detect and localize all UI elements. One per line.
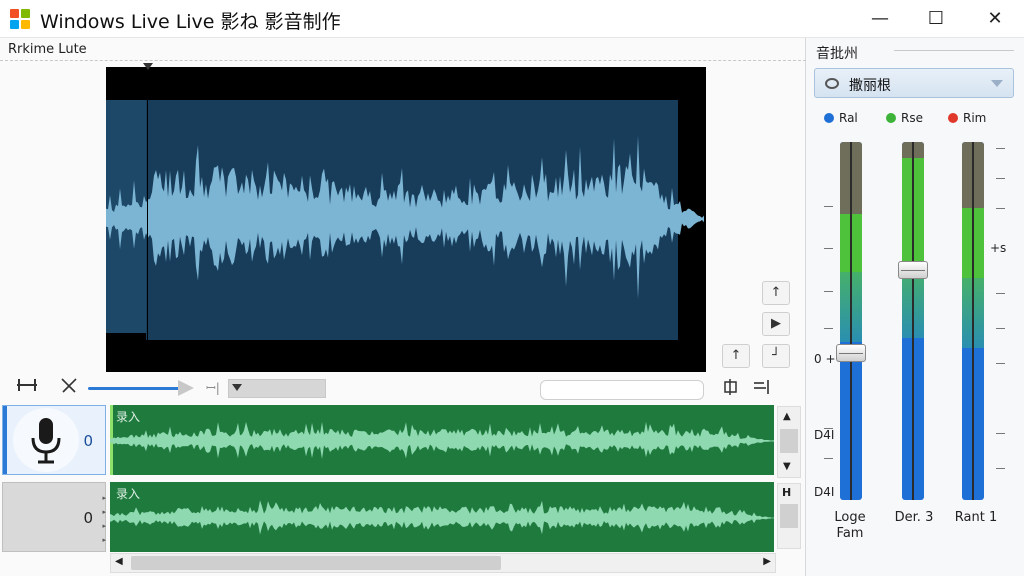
nav-step-button[interactable]: ↑ — [722, 344, 750, 368]
mixer-title: 音批州 — [816, 46, 858, 62]
legend-item: Rse — [886, 111, 923, 125]
scale-tick — [996, 328, 1005, 329]
clip-label: 录入 — [116, 487, 141, 501]
scale-tick — [996, 363, 1005, 364]
scroll-right-icon[interactable]: ▶ — [763, 556, 771, 567]
maximize-button[interactable]: ☐ — [913, 4, 959, 34]
track-row[interactable]: 0 ▸ ▸ ▸ ▸ 录入 — [0, 480, 806, 554]
fader-track-2[interactable] — [912, 142, 914, 500]
play-button[interactable]: ▶ — [762, 312, 790, 336]
channel-fader-2[interactable] — [898, 261, 928, 279]
channel-label-2: Der. 3 — [894, 510, 934, 525]
mixer-preset-value: 撒丽根 — [849, 78, 891, 94]
align-icon[interactable] — [722, 379, 740, 399]
app-logo-icon — [10, 9, 30, 29]
scale-tick — [824, 458, 833, 459]
zoom-slider-track[interactable] — [88, 387, 184, 390]
horizontal-scrollbar[interactable]: ◀ ▶ — [110, 553, 776, 573]
timeline-dropdown[interactable] — [228, 379, 326, 398]
scale-label-d2: D4I — [814, 485, 835, 499]
chevron-down-icon[interactable] — [232, 384, 242, 391]
scale-tick — [996, 178, 1005, 179]
title-bar: Windows Live Live 影ね 影音制作 — ☐ ✕ — [0, 0, 1024, 38]
track-volume-value: 0 — [83, 509, 93, 527]
track-vertical-scrollbar[interactable]: ▲ ▼ — [777, 406, 801, 478]
microphone-icon[interactable] — [13, 408, 79, 472]
mode-label: Rrkime Lute — [8, 42, 87, 57]
hscroll-thumb[interactable] — [131, 556, 501, 570]
align-right-icon[interactable] — [752, 379, 772, 399]
window-title: Windows Live Live 影ね 影音制作 — [40, 11, 341, 33]
channel-label-3: Rant 1 — [954, 510, 998, 525]
track-row[interactable]: 0 录入 — [0, 403, 806, 477]
scale-label-zero: 0 + — [814, 352, 836, 366]
channel-label-1: Loge Fam — [834, 510, 866, 541]
scale-tick — [824, 248, 833, 249]
track-volume-value: 0 — [83, 432, 93, 450]
split-icon[interactable] — [60, 377, 78, 397]
legend-item: Ral — [824, 111, 858, 125]
scale-label-mid: +s — [990, 241, 1007, 255]
playhead-line[interactable] — [147, 67, 148, 372]
chevron-down-icon[interactable] — [991, 80, 1003, 87]
legend-dot — [948, 113, 958, 123]
nav-end-button[interactable]: ┘ — [762, 344, 790, 368]
legend-dot — [824, 113, 834, 123]
scale-tick — [996, 433, 1005, 434]
zoom-slider-thumb[interactable] — [178, 380, 194, 396]
track-selected-indicator — [3, 406, 7, 474]
mixer-preset-select[interactable]: 撒丽根 — [814, 68, 1014, 98]
clip-waveform — [110, 421, 774, 459]
legend-item: Rim — [948, 111, 986, 125]
nav-up-button[interactable]: ↑ — [762, 281, 790, 305]
legend-label: Ral — [839, 111, 858, 125]
timeline-ruler[interactable] — [0, 60, 806, 65]
scale-label-d1: D4I — [814, 428, 835, 442]
trim-icon[interactable] — [16, 378, 38, 396]
editor-pane: Rrkime Lute ↑ ▶ ↑ ┘ ꟷ| 0 录入 ▲ ▼ 0 ▸ ▸ ▸ … — [0, 38, 806, 576]
track-header[interactable]: 0 — [2, 405, 106, 475]
scroll-thumb[interactable] — [780, 504, 798, 528]
scroll-thumb[interactable] — [780, 429, 798, 453]
track-header[interactable]: 0 ▸ ▸ ▸ ▸ — [2, 482, 106, 552]
scale-tick — [824, 206, 833, 207]
scroll-up-icon[interactable]: ▲ — [783, 411, 791, 422]
slider-end-icon: ꟷ| — [206, 381, 220, 395]
clip-waveform — [110, 500, 774, 535]
legend-label: Rse — [901, 111, 923, 125]
fader-track-1[interactable] — [850, 142, 852, 500]
scale-tick — [996, 208, 1005, 209]
waveform-preview[interactable] — [106, 63, 706, 372]
minimize-button[interactable]: — — [857, 4, 903, 34]
scale-tick — [996, 468, 1005, 469]
mixer-panel: 音批州 撒丽根 Ral Rse Rim 0 + +s D4I D4I Loge … — [806, 38, 1024, 576]
legend-label: Rim — [963, 111, 987, 125]
scroll-left-icon[interactable]: ◀ — [115, 556, 123, 567]
track-vertical-scrollbar[interactable]: H — [777, 483, 801, 549]
legend-dot — [886, 113, 896, 123]
scroll-down-icon[interactable]: ▼ — [783, 461, 791, 472]
fader-track-3[interactable] — [972, 142, 974, 500]
scale-tick — [996, 148, 1005, 149]
preview-waveform-shape — [106, 135, 704, 300]
playhead-marker[interactable] — [143, 63, 153, 70]
preset-icon — [825, 78, 839, 89]
preview-waveform — [106, 135, 704, 300]
timecode-field[interactable] — [540, 380, 704, 400]
track-expand-icon[interactable]: ▸ ▸ ▸ ▸ — [102, 491, 106, 547]
scroll-top-icon[interactable]: H — [782, 486, 791, 499]
divider — [894, 50, 1014, 51]
close-button[interactable]: ✕ — [972, 4, 1018, 34]
clip-label: 录入 — [116, 410, 141, 424]
scale-tick — [824, 291, 833, 292]
scale-tick — [824, 328, 833, 329]
scale-tick — [996, 293, 1005, 294]
audio-clip[interactable]: 录入 — [110, 482, 774, 552]
audio-clip[interactable]: 录入 — [110, 405, 774, 475]
channel-fader-1[interactable] — [836, 344, 866, 362]
